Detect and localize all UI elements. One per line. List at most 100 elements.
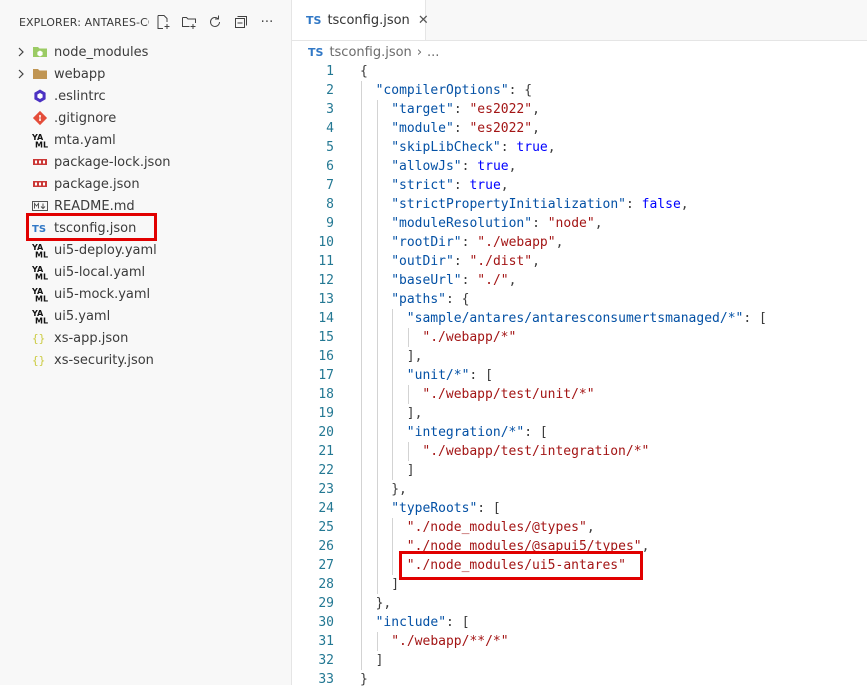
line-number: 23	[318, 482, 334, 497]
code-line[interactable]: 26 "./node_modules/@sapui5/types",	[292, 537, 867, 556]
code-token: :	[626, 197, 642, 212]
code-line[interactable]: 16],	[292, 347, 867, 366]
line-number: 4	[326, 121, 334, 136]
code-line[interactable]: 5 "skipLibCheck": true,	[292, 138, 867, 157]
code-token: "./webapp/test/unit/*"	[422, 387, 595, 402]
code-line[interactable]: 2 "compilerOptions": {	[292, 81, 867, 100]
code-token: ]	[406, 463, 415, 478]
code-line[interactable]: 33}	[292, 670, 867, 689]
tree-item-label: ui5-mock.yaml	[54, 286, 151, 302]
line-number: 24	[318, 501, 334, 516]
code-token: :	[453, 102, 470, 117]
code-text: "./webapp/test/unit/*"	[422, 385, 594, 404]
code-line[interactable]: 3 "target": "es2022",	[292, 100, 867, 119]
code-editor[interactable]: 1{2 "compilerOptions": {3 "target": "es202…	[292, 62, 867, 687]
code-token: true	[516, 140, 548, 155]
code-token: "sample/antares/antaresconsumertsmanaged…	[406, 311, 744, 326]
markdown-icon	[32, 198, 48, 214]
tree-item-tsconfig-json[interactable]: TS tsconfig.json	[0, 213, 290, 241]
code-line[interactable]: 18 "./webapp/test/unit/*"	[292, 385, 867, 404]
code-line[interactable]: 10 "rootDir": "./webapp",	[292, 233, 867, 252]
breadcrumb-more[interactable]: ...	[427, 45, 439, 60]
close-icon[interactable]: ✕	[418, 13, 429, 28]
tree-item-ui5-mock-yaml[interactable]: YA ML ui5-mock.yaml	[0, 283, 290, 305]
new-file-icon[interactable]	[155, 14, 171, 30]
tree-item-eslintrc[interactable]: .eslintrc	[0, 85, 290, 107]
code-line[interactable]: 13 "paths": {	[292, 290, 867, 309]
breadcrumb-separator: ›	[416, 44, 423, 60]
code-line[interactable]: 12 "baseUrl": "./",	[292, 271, 867, 290]
code-token: "skipLibCheck"	[391, 140, 501, 155]
code-token: "./webapp/test/integration/*"	[422, 444, 650, 459]
code-line[interactable]: 1{	[292, 62, 867, 81]
tree-item-node-modules[interactable]: node_modules	[0, 41, 290, 63]
breadcrumb-file[interactable]: tsconfig.json	[329, 45, 411, 60]
code-text: },	[376, 594, 392, 613]
code-line[interactable]: 30 "include": [	[292, 613, 867, 632]
code-token: :	[461, 235, 478, 250]
code-line[interactable]: 8 "strictPropertyInitialization": false,	[292, 195, 867, 214]
line-number: 15	[318, 330, 334, 345]
code-line[interactable]: 15 "./webapp/*"	[292, 328, 867, 347]
explorer-actions: ···	[155, 14, 275, 30]
svg-text:ML: ML	[35, 251, 48, 259]
code-token: "typeRoots"	[391, 501, 478, 516]
tree-item-ui5-local-yaml[interactable]: YA ML ui5-local.yaml	[0, 261, 290, 283]
code-line[interactable]: 23},	[292, 480, 867, 499]
code-line[interactable]: 4 "module": "es2022",	[292, 119, 867, 138]
code-token: :	[453, 254, 470, 269]
code-line[interactable]: 25 "./node_modules/@types",	[292, 518, 867, 537]
code-token: ,	[532, 121, 540, 136]
code-line[interactable]: 19],	[292, 404, 867, 423]
code-text: "strictPropertyInitialization": false,	[391, 195, 688, 214]
tab-tsconfig[interactable]: TS tsconfig.json ✕	[292, 0, 429, 40]
code-line[interactable]: 6 "allowJs": true,	[292, 157, 867, 176]
code-line[interactable]: 24 "typeRoots": [	[292, 499, 867, 518]
code-line[interactable]: 11 "outDir": "./dist",	[292, 252, 867, 271]
code-line[interactable]: 28]	[292, 575, 867, 594]
chevron-right-icon[interactable]	[15, 47, 27, 57]
code-line[interactable]: 7 "strict": true,	[292, 176, 867, 195]
code-line[interactable]: 21 "./webapp/test/integration/*"	[292, 442, 867, 461]
file-tree: node_modules webapp .eslintrc .gitignore YA M…	[0, 41, 290, 371]
code-line[interactable]: 14 "sample/antares/antaresconsumertsmanag…	[292, 309, 867, 328]
refresh-icon[interactable]	[207, 14, 223, 30]
line-number: 8	[326, 197, 334, 212]
tree-item-xs-security-json[interactable]: {} xs-security.json	[0, 349, 290, 371]
line-number: 21	[318, 444, 334, 459]
code-line[interactable]: 29},	[292, 594, 867, 613]
tree-item-label: .eslintrc	[54, 88, 106, 104]
code-line[interactable]: 20 "integration/*": [	[292, 423, 867, 442]
code-token: "./webapp/**/*"	[391, 634, 509, 649]
tree-item-package-lock-json[interactable]: package-lock.json	[0, 151, 290, 173]
more-icon[interactable]: ···	[259, 14, 275, 30]
tree-item-ui5-yaml[interactable]: YA ML ui5.yaml	[0, 305, 290, 327]
tree-item-ui5-deploy-yaml[interactable]: YA ML ui5-deploy.yaml	[0, 239, 290, 261]
code-line[interactable]: 17 "unit/*": [	[292, 366, 867, 385]
code-text: ]	[376, 651, 384, 670]
code-line[interactable]: 22]	[292, 461, 867, 480]
tree-item-label: ui5.yaml	[54, 308, 111, 324]
new-folder-icon[interactable]	[181, 14, 197, 30]
indent-guide	[376, 632, 378, 651]
code-token: : [	[446, 615, 470, 630]
code-token: ],	[406, 349, 423, 364]
tree-item-mta-yaml[interactable]: YA ML mta.yaml	[0, 129, 290, 151]
code-line[interactable]: 27 "./node_modules/ui5-antares"	[292, 551, 867, 580]
tree-item-readme-md[interactable]: README.md	[0, 195, 290, 217]
svg-text:ML: ML	[35, 141, 48, 149]
code-token: "strict"	[391, 178, 454, 193]
tree-item-xs-app-json[interactable]: {} xs-app.json	[0, 327, 290, 349]
code-line[interactable]: 31 "./webapp/**/*"	[292, 632, 867, 651]
chevron-right-icon[interactable]	[15, 69, 27, 79]
collapse-all-icon[interactable]	[233, 14, 249, 30]
tree-item-webapp[interactable]: webapp	[0, 63, 290, 85]
code-line[interactable]: 32]	[292, 651, 867, 670]
tree-item-gitignore[interactable]: .gitignore	[0, 107, 290, 129]
code-token: "outDir"	[391, 254, 454, 269]
code-line[interactable]: 9 "moduleResolution": "node",	[292, 214, 867, 233]
svg-text:ML: ML	[35, 317, 48, 325]
tree-item-label: tsconfig.json	[54, 220, 137, 236]
code-text: "outDir": "./dist",	[391, 252, 540, 271]
tree-item-package-json[interactable]: package.json	[0, 173, 290, 195]
